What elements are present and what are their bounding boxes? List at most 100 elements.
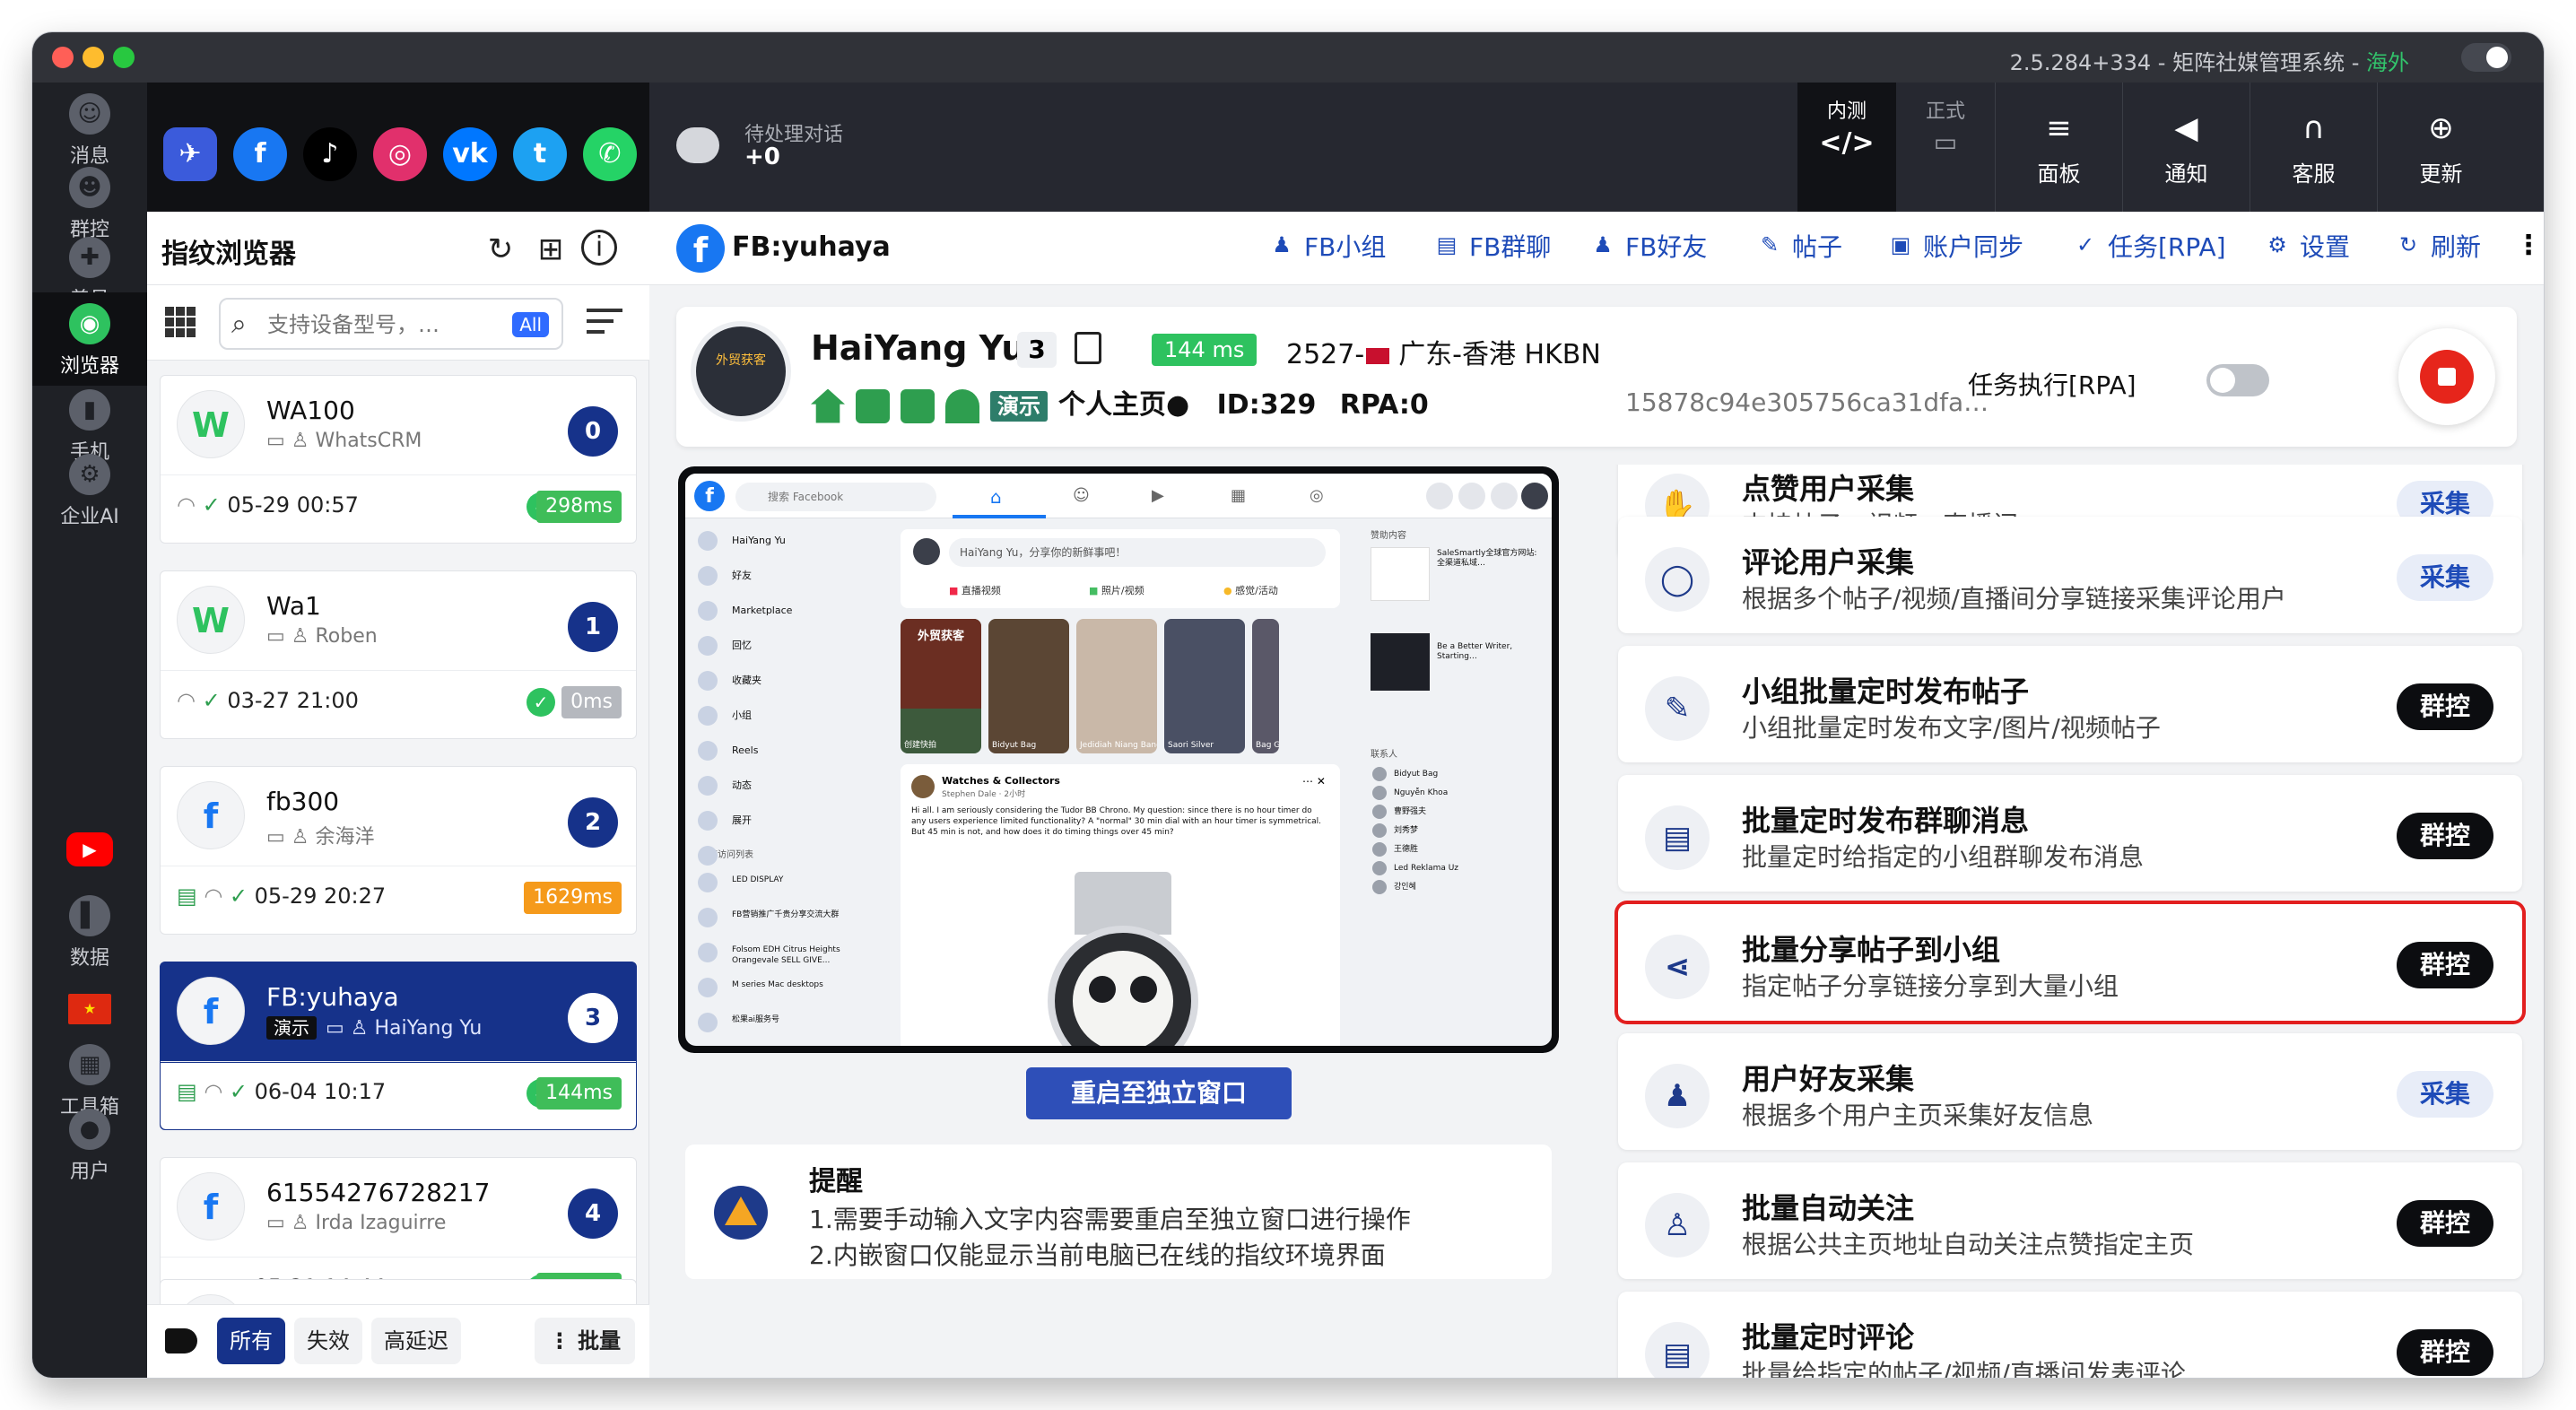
rail-item-5[interactable]: ⚙ 企业AI xyxy=(32,443,147,536)
rail-item-7[interactable]: ▌ 数据 xyxy=(32,884,147,978)
group-control-button[interactable]: 群控 xyxy=(2397,1200,2493,1247)
fb-gaming-icon[interactable]: ◎ xyxy=(1310,486,1324,505)
fb-contact[interactable]: 刘秀梦 xyxy=(1371,822,1546,841)
nav-gear[interactable]: ⚙ 设置 xyxy=(2262,230,2350,265)
ad1-image[interactable] xyxy=(1371,547,1430,601)
group-control-button[interactable]: 群控 xyxy=(2397,942,2493,988)
copy-icon[interactable] xyxy=(1075,332,1101,364)
fb-story[interactable]: 外贸获客 创建快拍 xyxy=(901,619,981,753)
fb-market-icon[interactable]: ▦ xyxy=(1231,486,1246,505)
whatsapp-icon[interactable]: ✆ xyxy=(583,127,637,181)
nav-sync[interactable]: ▣ 账户同步 xyxy=(1885,230,2023,265)
fb-search-input[interactable]: 搜索 Facebook xyxy=(735,483,936,511)
photo-video-button[interactable]: ■ 照片/视频 xyxy=(1089,583,1144,597)
home-icon[interactable] xyxy=(811,388,845,423)
fb-quick-item[interactable]: FB营销推广千贵分享交流大群 xyxy=(692,904,884,939)
rpa-toggle-switch[interactable] xyxy=(2206,364,2269,396)
nav-task-check[interactable]: ✓ 任务[RPA] xyxy=(2070,230,2226,265)
fb-messenger-icon[interactable] xyxy=(1458,483,1485,509)
restart-independent-window-button[interactable]: 重启至独立窗口 xyxy=(1026,1067,1292,1119)
composer-input[interactable]: HaiYang Yu，分享你的新鲜事吧！ xyxy=(949,538,1326,567)
minimize-window-button[interactable] xyxy=(83,47,104,68)
fb-friends-icon[interactable]: ☺ xyxy=(1073,486,1090,505)
title-toggle-switch[interactable] xyxy=(2461,43,2511,72)
fb-menu-item[interactable]: HaiYang Yu xyxy=(692,527,884,562)
topbar-button-1[interactable]: ◀ 通知 xyxy=(2122,83,2250,212)
fb-avatar[interactable] xyxy=(1521,483,1548,509)
facebook-icon[interactable]: f xyxy=(233,127,287,181)
fb-contact[interactable]: 曹野强夫 xyxy=(1371,804,1546,822)
homepage-link[interactable]: 个人主页● xyxy=(1058,389,1189,421)
post-more-icon[interactable]: ⋯ ✕ xyxy=(1302,775,1326,788)
collect-button[interactable]: 采集 xyxy=(2397,554,2493,601)
device-card[interactable]: f fb300 ▭ ♙ 余海洋 2 ▤ ◠ ✓ 05-29 20:27✓ 1629ms xyxy=(160,766,637,935)
fb-home-icon[interactable]: ⌂ xyxy=(990,486,1002,508)
filter-all-chip[interactable]: 所有 xyxy=(217,1318,285,1364)
fb-contact[interactable]: Bidyut Bag xyxy=(1371,766,1546,785)
device-card[interactable]: W Wa1 ▭ ♙ Roben 1 ◠ ✓ 03-27 21:00 ✓ 0ms xyxy=(160,570,637,739)
fb-menu-item[interactable]: 回忆 xyxy=(692,632,884,667)
filter-high-latency-chip[interactable]: 高延迟 xyxy=(371,1318,461,1364)
fb-contact[interactable]: 王德胜 xyxy=(1371,841,1546,860)
device-card[interactable]: f FB:yuhaya 演示 ▭ ♙ HaiYang Yu 3 ▤ ◠ ✓ 06-04 1… xyxy=(160,962,637,1130)
stop-button[interactable] xyxy=(2398,328,2495,425)
ad2-image[interactable] xyxy=(1371,633,1430,691)
fb-watch-icon[interactable]: ▶ xyxy=(1152,486,1164,505)
ad2-text[interactable]: Be a Better Writer, Starting… xyxy=(1437,642,1543,662)
group-control-button[interactable]: 群控 xyxy=(2397,1329,2493,1376)
group-control-button[interactable]: 群控 xyxy=(2397,683,2493,730)
mode-prod-button[interactable]: 正式 ▭ xyxy=(1896,83,1995,212)
close-window-button[interactable] xyxy=(52,47,74,68)
fb-contact[interactable]: 강인혜 xyxy=(1371,879,1546,898)
fb-quick-item[interactable]: M series Mac desktops xyxy=(692,974,884,1009)
nav-friends[interactable]: ♟ FB好友 xyxy=(1588,230,1707,265)
fb-story[interactable]: Bidyut Bag xyxy=(988,619,1069,753)
live-video-button[interactable]: ■ 直播视频 xyxy=(949,583,1001,597)
maximize-window-button[interactable] xyxy=(113,47,135,68)
fb-story[interactable]: Saori Silver xyxy=(1164,619,1245,753)
fb-menu-item[interactable]: Reels xyxy=(692,737,884,772)
group-control-button[interactable]: 群控 xyxy=(2397,813,2493,859)
filter-invalid-chip[interactable]: 失效 xyxy=(294,1318,362,1364)
fb-menu-item[interactable]: 小组 xyxy=(692,702,884,737)
nav-post[interactable]: ✎ 帖子 xyxy=(1754,230,1842,265)
batch-button[interactable]: ⋮ 批量 xyxy=(535,1318,635,1364)
fb-quick-item[interactable]: Folsom EDH Citrus Heights Orangevale SEL… xyxy=(692,939,884,974)
more-vert-icon[interactable]: ⋮ xyxy=(2515,230,2542,261)
nav-chat[interactable]: ▤ FB群聊 xyxy=(1432,230,1552,265)
device-card[interactable]: fSWA15 xyxy=(160,1279,637,1304)
fb-notifications-icon[interactable] xyxy=(1491,483,1518,509)
fb-menu-item[interactable]: 好友 xyxy=(692,562,884,597)
fb-menu-item[interactable]: 动态 xyxy=(692,772,884,807)
rail-item-10[interactable]: ● 用户 xyxy=(32,1098,147,1191)
fb-menu-item[interactable]: Marketplace xyxy=(692,597,884,632)
fb-menu-item[interactable]: 展开 xyxy=(692,807,884,842)
fb-menu-item[interactable]: 收藏夹 xyxy=(692,667,884,702)
tag-icon[interactable] xyxy=(165,1328,197,1353)
fb-story[interactable]: Bag G xyxy=(1252,619,1279,753)
fb-contact[interactable]: Nguyễn Khoa xyxy=(1371,785,1546,804)
fb-quick-item[interactable]: LED DISPLAY xyxy=(692,869,884,904)
instagram-icon[interactable]: ◎ xyxy=(373,127,427,181)
topbar-button-0[interactable]: ≡ 面板 xyxy=(1995,83,2122,212)
post-author[interactable]: Watches & Collectors xyxy=(942,775,1060,787)
nav-refresh[interactable]: ↻ 刷新 xyxy=(2393,230,2481,265)
tiktok-icon[interactable]: ♪ xyxy=(303,127,357,181)
device-card[interactable]: W WA100 ▭ ♙ WhatsCRM 0 ◠ ✓ 05-29 00:57✓ 298ms xyxy=(160,375,637,544)
mode-test-button[interactable]: 内测 </> xyxy=(1797,83,1896,212)
topbar-button-3[interactable]: ⊕ 更新 xyxy=(2377,83,2504,212)
embedded-browser[interactable]: f 搜索 Facebook ⌂ ☺ ▶ ▦ ◎ HaiYang Yu 好友 Mark… xyxy=(678,466,1559,1053)
ad1-text[interactable]: SaleSmartly全球官方网站: 全渠道私域… xyxy=(1437,549,1543,569)
fb-menu-icon[interactable] xyxy=(1426,483,1453,509)
feeling-button[interactable]: ● 感觉/活动 xyxy=(1223,583,1278,597)
rail-item-3[interactable]: ◉ 浏览器 xyxy=(32,292,147,386)
app-store-icon[interactable]: ✈ xyxy=(163,127,217,181)
fb-story[interactable]: Jedidiah Niang Bang xyxy=(1076,619,1157,753)
topbar-button-2[interactable]: ∩ 客服 xyxy=(2250,83,2377,212)
fb-contact[interactable]: Led Reklama Uz xyxy=(1371,860,1546,879)
fb-quick-item[interactable]: 松果ai服务号 xyxy=(692,1009,884,1044)
nav-group[interactable]: ♟ FB小组 xyxy=(1266,230,1386,265)
fb-composer[interactable]: HaiYang Yu，分享你的新鲜事吧！ ■ 直播视频 ■ 照片/视频 ● 感觉… xyxy=(901,529,1340,608)
vk-icon[interactable]: vk xyxy=(443,127,497,181)
twitter-icon[interactable]: t xyxy=(513,127,567,181)
